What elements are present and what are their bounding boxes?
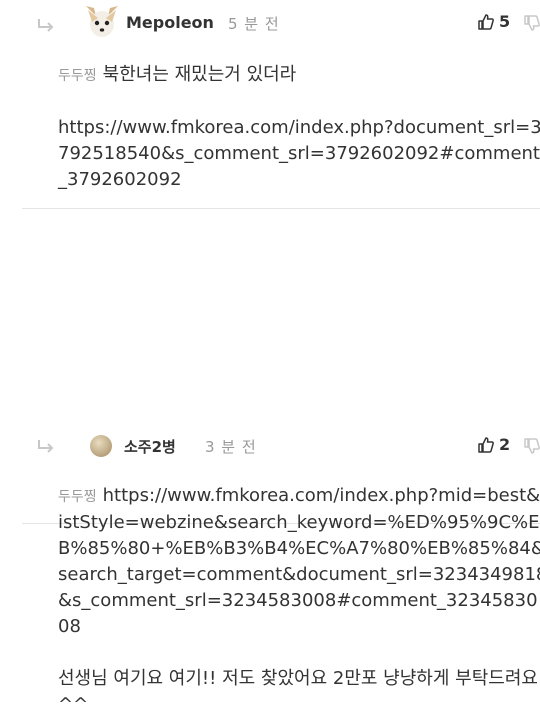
avatar[interactable]: [84, 4, 120, 40]
comment-body: 두두찡 https://www.fmkorea.com/index.php?mid…: [58, 483, 540, 718]
comment-body: 두두찡 북한녀는 재밌는거 있더라 https://www.fmkorea.com…: [58, 62, 540, 193]
like-button[interactable]: 2: [477, 435, 510, 454]
like-count: 5: [499, 12, 511, 31]
comment-text: 북한녀는 재밌는거 있더라: [102, 64, 297, 85]
comment-time: 5 분 전: [228, 15, 280, 33]
mention-tag[interactable]: 두두찡: [58, 489, 97, 505]
thumbs-down-icon[interactable]: [523, 14, 540, 32]
comment-link[interactable]: https://www.fmkorea.com/index.php?docume…: [58, 115, 540, 193]
reply-arrow-icon: [38, 19, 54, 32]
avatar[interactable]: [90, 435, 112, 457]
thumbs-up-icon: [478, 13, 494, 30]
like-count: 2: [499, 435, 511, 454]
mention-tag[interactable]: 두두찡: [58, 68, 97, 84]
comment-link[interactable]: https://www.fmkorea.com/index.php?mid=be…: [58, 485, 540, 637]
thumbs-down-icon[interactable]: [523, 437, 540, 455]
comment-author[interactable]: 소주2병: [124, 436, 176, 457]
like-button[interactable]: 5: [477, 12, 510, 31]
comment-text: 선생님 여기요 여기!! 저도 찾았어요 2만포 냥냥하게 부탁드려요 ^^: [58, 668, 538, 715]
comment-time: 3 분 전: [205, 438, 257, 456]
reply-arrow-icon: [38, 440, 54, 453]
thumbs-up-icon: [478, 436, 494, 453]
comment-item: 소주2병 3 분 전 2 두두찡 https://www.fmkorea.com/…: [22, 209, 540, 715]
comment-item: Mepoleon 5 분 전 5 두두찡 북한녀는 재밌는거 있더라 https:…: [22, 0, 540, 209]
comment-author[interactable]: Mepoleon: [126, 13, 214, 32]
